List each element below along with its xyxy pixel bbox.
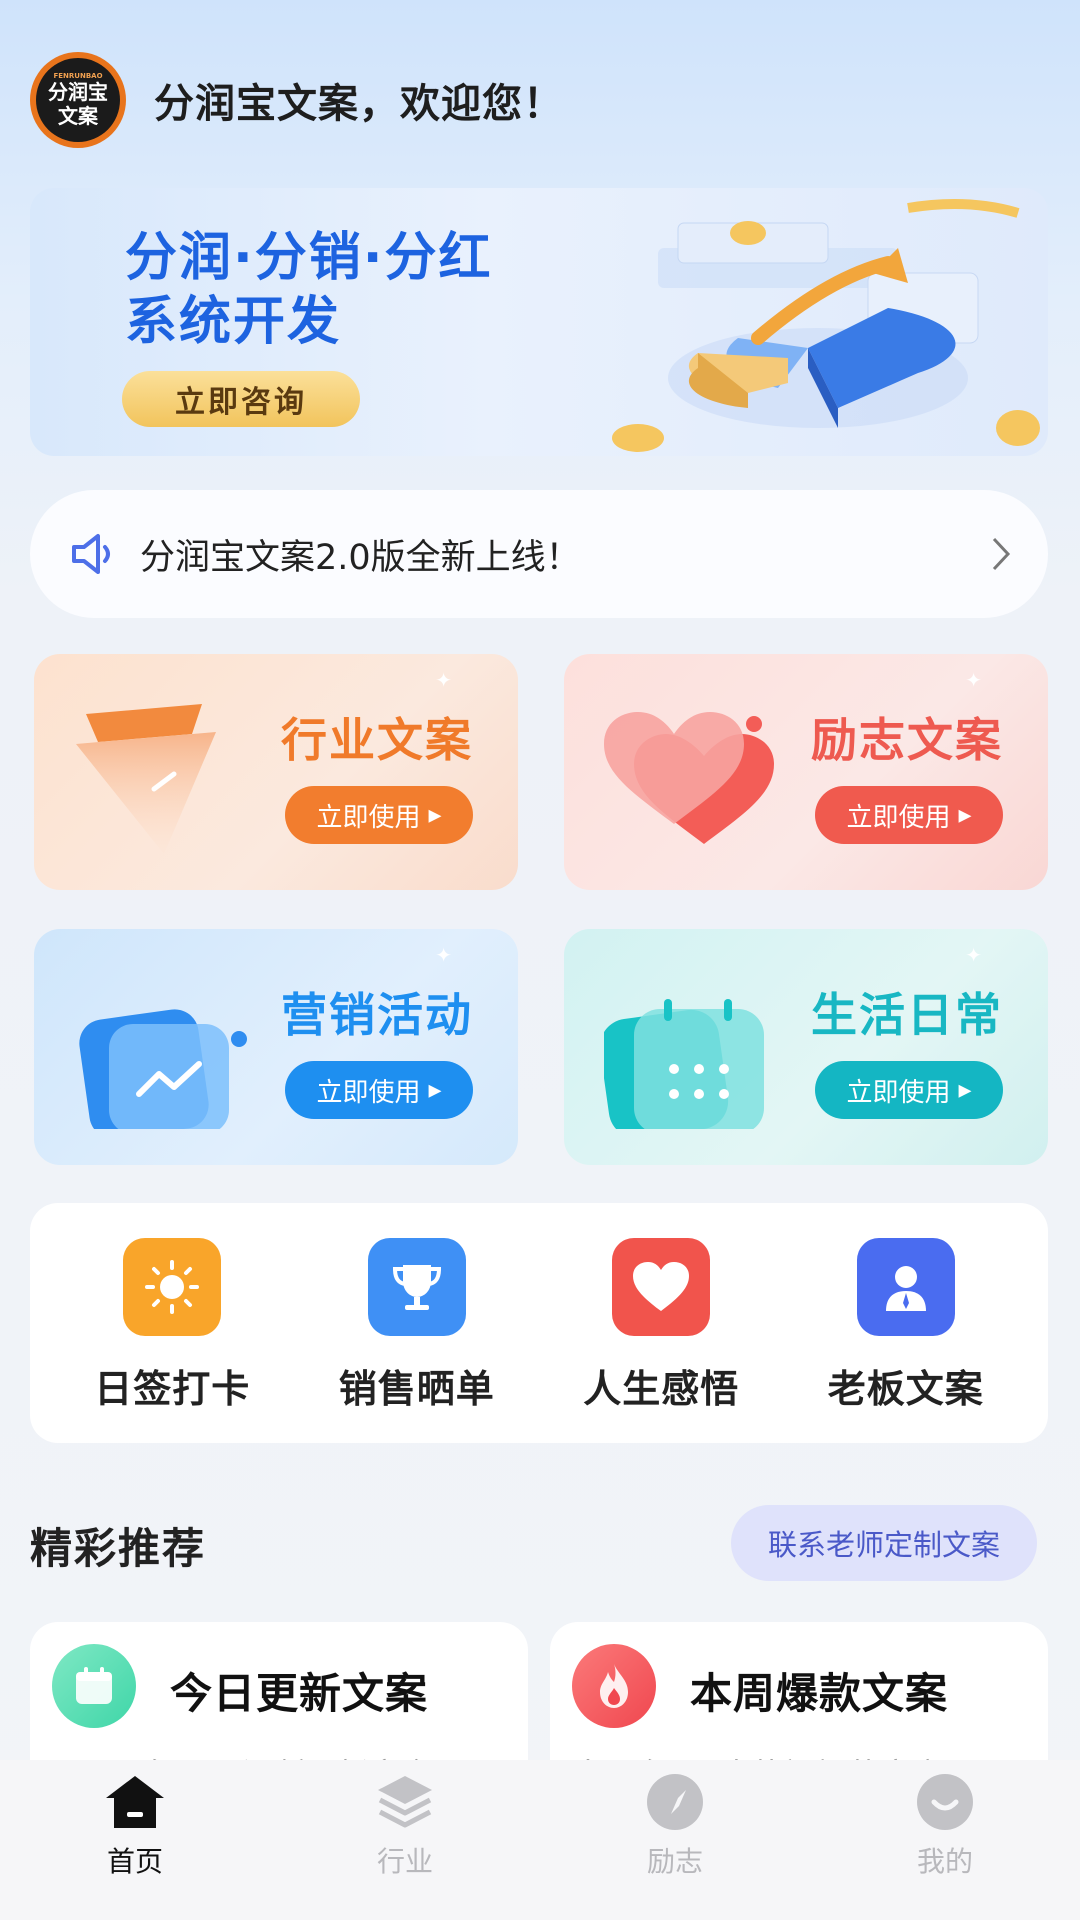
flame-icon [572,1644,656,1728]
sun-icon [123,1238,222,1336]
quick-item-label: 日签打卡 [94,1367,251,1411]
card-marketing-activity[interactable]: ✦ 营销活动 立即使用 ▸ [34,929,518,1165]
logo-top-text: FENRUNBAO [53,72,103,80]
sparkle-icon: ✦ [965,943,982,967]
calendar-icon [604,999,764,1129]
header: FENRUNBAO 分润宝 文案 分润宝文案，欢迎您！ [30,52,564,148]
card-title: 行业文案 [281,713,473,767]
logo-line2: 文案 [58,104,98,128]
rec-card-title: 今日更新文案 [170,1669,429,1718]
card-industry-copy[interactable]: ✦ 行业文案 立即使用 ▸ [34,654,518,890]
quick-item-sales-showcase[interactable]: 销售晒单 [307,1203,527,1443]
use-now-button[interactable]: 立即使用 ▸ [285,786,473,844]
compass-icon [647,1774,703,1830]
rec-card-title: 本周爆款文案 [690,1669,949,1718]
quick-item-label: 老板文案 [827,1367,984,1411]
tab-mine[interactable]: 我的 [810,1760,1080,1920]
bottom-tab-bar: 首页 行业 励志 我的 [0,1760,1080,1920]
tab-label: 我的 [916,1845,973,1878]
welcome-text: 分润宝文案，欢迎您！ [154,81,564,127]
app-logo: FENRUNBAO 分润宝 文案 [30,52,126,148]
caret-right-icon: ▸ [958,800,972,830]
section-title: 精彩推荐 [30,1524,207,1573]
contact-teacher-button[interactable]: 联系老师定制文案 [731,1505,1037,1581]
card-title: 生活日常 [811,988,1003,1042]
use-now-label: 立即使用 [846,1077,951,1108]
card-title: 营销活动 [281,988,473,1042]
heart-icon [604,712,774,844]
quick-item-life-insights[interactable]: 人生感悟 [551,1203,771,1443]
tab-label: 行业 [376,1845,433,1878]
speaker-icon [72,534,110,574]
use-now-button[interactable]: 立即使用 ▸ [285,1061,473,1119]
use-now-label: 立即使用 [316,1077,421,1108]
use-now-label: 立即使用 [846,802,951,833]
chevron-right-icon [992,537,1011,571]
quick-item-label: 销售晒单 [338,1367,495,1411]
tab-industry[interactable]: 行业 [270,1760,540,1920]
tab-inspiration[interactable]: 励志 [540,1760,810,1920]
sparkle-icon: ✦ [965,668,982,692]
heart-icon [612,1238,711,1336]
tab-label: 首页 [106,1845,163,1878]
card-inspirational-copy[interactable]: ✦ 励志文案 立即使用 ▸ [564,654,1048,890]
caret-right-icon: ▸ [958,1075,972,1105]
consult-button[interactable]: 立即咨询 [122,371,360,427]
pie-chart-illustration [612,199,1040,452]
card-daily-life[interactable]: ✦ 生活日常 立即使用 ▸ [564,929,1048,1165]
tab-home[interactable]: 首页 [0,1760,270,1920]
sparkle-icon: ✦ [435,668,452,692]
person-icon [856,1238,955,1336]
chart-icon [79,1009,247,1129]
banner-title-line2: 系统开发 [125,292,342,352]
caret-right-icon: ▸ [428,1075,442,1105]
layers-icon [378,1776,432,1828]
home-icon [106,1776,164,1828]
caret-right-icon: ▸ [428,800,442,830]
logo-line1: 分润宝 [48,80,108,104]
banner-title: 分润·分销·分红 系统开发 [125,226,493,354]
card-title: 励志文案 [811,713,1003,767]
use-now-label: 立即使用 [316,802,421,833]
use-now-button[interactable]: 立即使用 ▸ [815,786,1003,844]
promo-banner[interactable]: 分润·分销·分红 系统开发 立即咨询 [30,188,1048,456]
tab-label: 励志 [646,1845,703,1878]
quick-item-label: 人生感悟 [583,1367,740,1411]
banner-title-line1: 分润·分销·分红 [125,228,493,288]
calendar-icon [52,1644,136,1728]
sparkle-icon: ✦ [435,943,452,967]
announcement-text: 分润宝文案2.0版全新上线！ [140,537,581,578]
funnel-icon [76,704,216,854]
smile-icon [917,1774,973,1830]
quick-item-boss-copy[interactable]: 老板文案 [796,1203,1016,1443]
use-now-button[interactable]: 立即使用 ▸ [815,1061,1003,1119]
announcement-bar[interactable]: 分润宝文案2.0版全新上线！ [30,490,1048,618]
trophy-icon [367,1238,466,1336]
quick-item-daily-checkin[interactable]: 日签打卡 [62,1203,282,1443]
quick-actions: 日签打卡 销售晒单 人生感悟 老板文案 [30,1203,1048,1443]
